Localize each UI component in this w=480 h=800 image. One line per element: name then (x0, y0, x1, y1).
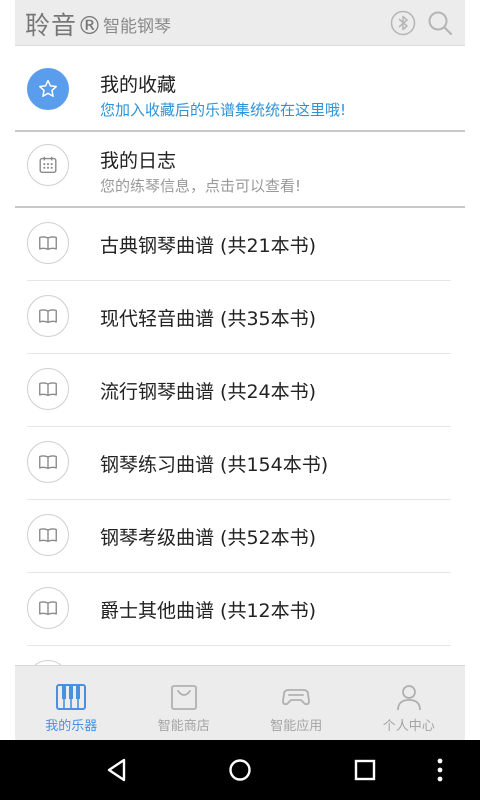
log-title: 我的日志 (100, 150, 177, 172)
book-icon (27, 587, 69, 629)
tab-label: 我的乐器 (45, 719, 98, 734)
book-icon (27, 222, 69, 264)
book-category-label: 现代轻音曲谱 (共35本书) (100, 308, 317, 330)
favorites-item[interactable]: 我的收藏 您加入收藏后的乐谱集统统在这里哦! (15, 56, 465, 132)
book-icon (27, 368, 69, 410)
tab-my-instruments[interactable]: 我的乐器 (15, 666, 128, 740)
book-category-label: 钢琴考级曲谱 (共52本书) (100, 527, 317, 549)
book-category-item[interactable]: 现代轻音曲谱 (共35本书) (15, 281, 465, 354)
app-subtitle: 智能钢琴 (103, 17, 171, 37)
shopping-bag-icon (170, 685, 197, 710)
home-icon[interactable] (225, 755, 255, 785)
tab-smart-apps[interactable]: 智能应用 (240, 666, 353, 740)
tab-label: 智能商店 (157, 719, 210, 734)
book-icon (27, 514, 69, 556)
piano-icon (56, 684, 87, 710)
gamepad-icon (282, 689, 311, 706)
book-category-label: 古典钢琴曲谱 (共21本书) (100, 235, 317, 257)
favorites-title: 我的收藏 (100, 74, 177, 96)
person-icon (396, 685, 421, 711)
star-icon (27, 68, 69, 110)
book-category-label: 钢琴练习曲谱 (共154本书) (100, 454, 329, 476)
bluetooth-icon[interactable] (390, 10, 416, 36)
book-category-item[interactable]: 流行钢琴曲谱 (共24本书) (15, 354, 465, 427)
book-category-item[interactable]: 钢琴考级曲谱 (共52本书) (15, 500, 465, 573)
app-brand: 聆音® (25, 11, 104, 40)
more-vert-icon[interactable] (425, 755, 455, 785)
tab-label: 个人中心 (382, 719, 435, 734)
app-frame: 聆音® 智能钢琴 我的收藏 您加入收藏后的乐谱集统统在这里哦! 我的日志 您的练… (15, 0, 465, 800)
log-desc: 您的练琴信息，点击可以查看! (100, 177, 302, 195)
tab-profile[interactable]: 个人中心 (353, 666, 466, 740)
tab-smart-store[interactable]: 智能商店 (128, 666, 241, 740)
book-category-label: 爵士其他曲谱 (共12本书) (100, 600, 317, 622)
book-category-item[interactable]: 爵士其他曲谱 (共12本书) (15, 573, 465, 646)
log-item[interactable]: 我的日志 您的练琴信息，点击可以查看! (15, 132, 465, 208)
recents-icon[interactable] (350, 755, 380, 785)
back-icon[interactable] (102, 755, 132, 785)
book-icon (27, 441, 69, 483)
app-header: 聆音® 智能钢琴 (15, 0, 465, 46)
book-category-label: 流行钢琴曲谱 (共24本书) (100, 381, 317, 403)
favorites-desc: 您加入收藏后的乐谱集统统在这里哦! (100, 101, 347, 119)
calendar-icon (27, 144, 69, 186)
book-category-item[interactable]: 钢琴练习曲谱 (共154本书) (15, 427, 465, 500)
bottom-tab-bar: 我的乐器 智能商店 智能应用 个人中心 (15, 665, 465, 740)
system-nav-bar (0, 740, 480, 800)
library-list: 我的收藏 您加入收藏后的乐谱集统统在这里哦! 我的日志 您的练琴信息，点击可以查… (15, 56, 465, 719)
tab-label: 智能应用 (270, 719, 323, 734)
search-icon[interactable] (427, 10, 453, 36)
book-category-item[interactable]: 古典钢琴曲谱 (共21本书) (15, 208, 465, 281)
book-icon (27, 295, 69, 337)
